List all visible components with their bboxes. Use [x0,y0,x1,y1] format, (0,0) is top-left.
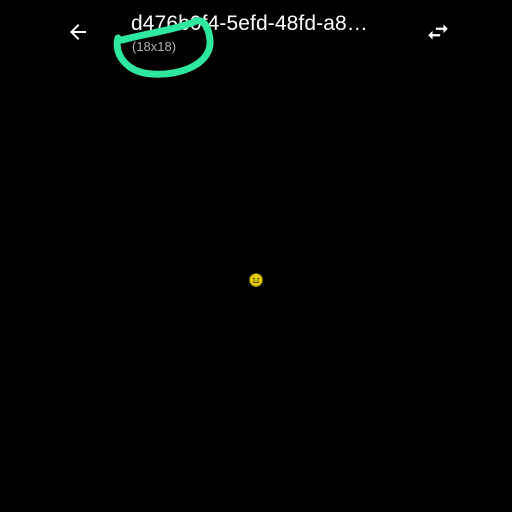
arrow-left-icon [70,24,86,40]
swap-button[interactable] [418,12,458,52]
top-app-bar: d476b0f4-5efd-48fd-a8… (18x18) [0,0,512,78]
back-button[interactable] [58,12,98,52]
image-canvas[interactable] [0,72,512,512]
swap-horizontal-icon [428,24,448,40]
smiley-icon[interactable] [247,271,265,289]
image-dimensions-label: (18x18) [132,39,177,54]
title-block: d476b0f4-5efd-48fd-a8… (18x18) [131,10,401,56]
image-viewer-screen: d476b0f4-5efd-48fd-a8… (18x18) [0,0,512,512]
file-name-title: d476b0f4-5efd-48fd-a8… [131,12,368,35]
